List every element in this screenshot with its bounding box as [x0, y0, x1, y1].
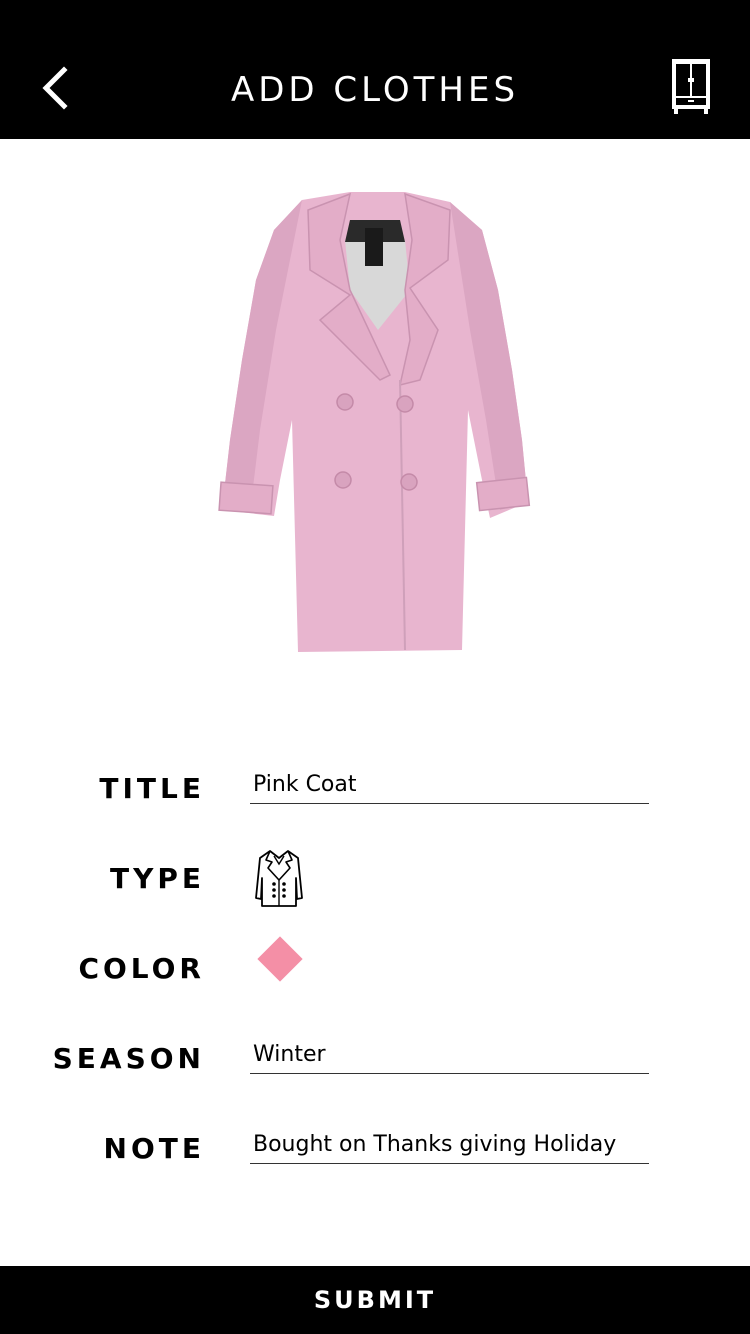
season-input[interactable]: Winter: [250, 1038, 649, 1074]
page-title: ADD CLOTHES: [230, 70, 520, 110]
note-input[interactable]: Bought on Thanks giving Holiday: [250, 1128, 649, 1164]
season-label: SEASON: [52, 1042, 205, 1075]
wardrobe-icon: [672, 59, 710, 114]
title-label: TITLE: [99, 772, 205, 805]
note-row: NOTE Bought on Thanks giving Holiday: [0, 1118, 750, 1188]
coat-photo-illustration: [218, 192, 531, 652]
app-header: ADD CLOTHES: [0, 0, 750, 139]
note-label: NOTE: [103, 1132, 205, 1165]
type-row: TYPE: [0, 848, 750, 918]
color-swatch[interactable]: [257, 936, 303, 982]
submit-label: SUBMIT: [313, 1286, 437, 1314]
title-row: TITLE Pink Coat: [0, 758, 750, 828]
title-input[interactable]: Pink Coat: [250, 768, 649, 804]
submit-button[interactable]: SUBMIT: [0, 1266, 750, 1334]
color-label: COLOR: [78, 952, 205, 985]
clothing-photo[interactable]: [200, 180, 550, 660]
type-selector[interactable]: [252, 848, 306, 910]
season-row: SEASON Winter: [0, 1028, 750, 1098]
color-row: COLOR: [0, 936, 750, 1008]
type-label: TYPE: [109, 862, 205, 895]
wardrobe-button[interactable]: [668, 56, 714, 118]
coat-icon: [255, 850, 303, 907]
